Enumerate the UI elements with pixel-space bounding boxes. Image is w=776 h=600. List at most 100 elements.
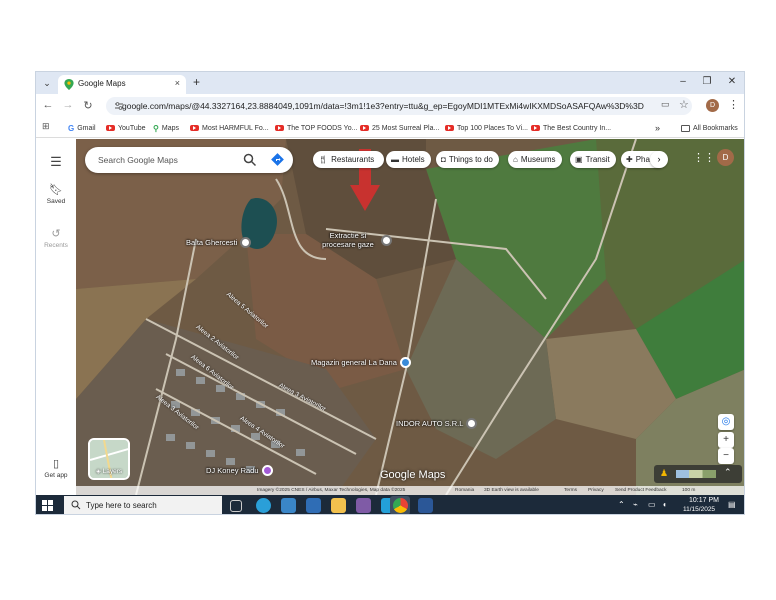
pegman-icon[interactable]: ♟ <box>660 468 668 479</box>
tab-close-icon[interactable]: × <box>175 78 180 88</box>
youtube-icon <box>275 125 284 131</box>
screenshot-window: ⌄ Google Maps × + – ❐ ✕ ← → ↻ google.com… <box>35 71 745 515</box>
store-icon[interactable] <box>281 498 296 513</box>
windows-start-icon[interactable] <box>42 500 53 511</box>
saved-label: Saved <box>46 198 66 205</box>
search-icon[interactable] <box>243 153 257 167</box>
reload-button[interactable]: ↻ <box>81 99 95 112</box>
chip-transit[interactable]: ▣ Transit <box>570 151 616 168</box>
privacy-link[interactable]: Privacy <box>588 488 604 493</box>
bookmark-label: Top 100 Places To Vi... <box>457 124 528 132</box>
tray-chevron-icon[interactable]: ⌃ <box>618 500 625 509</box>
bookmark-surreal-places[interactable]: 25 Most Surreal Pla... <box>360 122 439 134</box>
bookmark-best-country[interactable]: The Best Country In... <box>531 122 611 134</box>
tab-google-maps[interactable]: Google Maps × <box>58 75 186 94</box>
tab-search-button[interactable]: ⌄ <box>40 76 54 90</box>
camera-icon: ◘ <box>441 155 446 164</box>
chrome-icon[interactable] <box>393 498 408 513</box>
place-label: Balta Ghercesti <box>186 238 238 247</box>
bookmark-maps[interactable]: ⚲ Maps <box>153 122 179 134</box>
museum-icon: ⌂ <box>513 155 518 164</box>
forward-button[interactable]: → <box>61 99 75 111</box>
network-icon[interactable]: ⌁ <box>633 500 638 509</box>
all-bookmarks-button[interactable]: All Bookmarks <box>681 122 738 134</box>
bookmark-top-100-places[interactable]: Top 100 Places To Vi... <box>445 122 528 134</box>
search-box[interactable]: Search Google Maps <box>85 147 293 173</box>
bookmark-label: The TOP FOODS Yo... <box>287 124 358 132</box>
place-magazin-la-dana[interactable]: Magazin general La Dana <box>311 357 411 368</box>
layers-button[interactable]: ◈ Layers <box>88 438 130 480</box>
country-link[interactable]: Romania <box>455 488 474 493</box>
my-location-button[interactable]: ◎ <box>718 414 734 430</box>
chip-restaurants[interactable]: 🍴︎ Restaurants <box>313 151 384 168</box>
chip-things-to-do[interactable]: ◘ Things to do <box>436 151 499 168</box>
expand-button[interactable]: ⌃ <box>724 467 732 478</box>
place-indor-auto[interactable]: INDOR AUTO S.R.L <box>396 418 478 429</box>
minimize-button[interactable]: – <box>676 76 690 87</box>
place-dj-koney-radu[interactable]: DJ Koney Radu <box>206 465 273 476</box>
shopping-pin-icon <box>399 357 411 368</box>
edge-icon[interactable] <box>256 498 271 513</box>
menu-button[interactable]: ☰ <box>36 153 76 171</box>
bookmark-most-harmful[interactable]: Most HARMFUL Fo... <box>190 122 269 134</box>
battery-icon[interactable]: ▭ <box>648 500 656 509</box>
zoom-out-button[interactable]: − <box>718 448 734 464</box>
recents-button[interactable]: ↺ Recents <box>36 227 76 249</box>
menu-kebab-icon[interactable]: ⋮ <box>728 98 739 111</box>
earth-view-link[interactable]: 3D Earth view is available <box>484 488 539 493</box>
app-icon[interactable] <box>356 498 371 513</box>
bookmark-star-icon[interactable]: ☆ <box>679 98 689 111</box>
volume-icon[interactable]: ◖ <box>662 500 667 509</box>
place-extractie-gaze[interactable]: Extractie si procesare gaze <box>318 231 408 249</box>
new-tab-button[interactable]: + <box>193 75 200 89</box>
restore-button[interactable]: ❐ <box>700 76 714 87</box>
place-pin-icon <box>381 234 392 246</box>
word-icon[interactable] <box>418 498 433 513</box>
chip-museums[interactable]: ⌂ Museums <box>508 151 562 168</box>
saved-button[interactable]: 🔖︎ Saved <box>36 183 76 205</box>
profile-avatar[interactable]: D <box>706 99 719 112</box>
clock-time[interactable]: 10:17 PM <box>689 497 719 504</box>
music-pin-icon <box>261 465 273 476</box>
terms-link[interactable]: Terms <box>564 488 577 493</box>
clock-date[interactable]: 11/15/2025 <box>683 506 715 513</box>
address-bar[interactable]: google.com/maps/@44.3327164,23.8884049,1… <box>106 97 692 115</box>
task-view-icon[interactable] <box>230 500 242 512</box>
street-view-thumbnails[interactable] <box>676 470 716 478</box>
place-pin-icon <box>466 418 478 429</box>
transit-icon: ▣ <box>575 155 583 164</box>
cast-icon[interactable]: ▭ <box>661 99 670 110</box>
zoom-in-button[interactable]: + <box>718 432 734 448</box>
maps-pin-icon: ⚲ <box>153 123 159 133</box>
file-explorer-icon[interactable] <box>331 498 346 513</box>
satellite-map[interactable]: Search Google Maps 🍴︎ Restaurants ▬ Hote… <box>76 139 745 495</box>
pharmacy-icon: ✚ <box>626 155 633 164</box>
google-maps-logo: Google Maps <box>380 469 446 481</box>
google-apps-icon[interactable]: ⋮⋮ <box>693 151 715 164</box>
taskbar-search-input[interactable]: Type here to search <box>86 501 157 510</box>
search-icon <box>71 500 81 510</box>
get-app-button[interactable]: ▯ Get app <box>36 457 76 479</box>
chip-hotels[interactable]: ▬ Hotels <box>386 151 431 168</box>
feedback-link[interactable]: Send Product Feedback <box>615 488 666 493</box>
bookmark-youtube[interactable]: YouTube <box>106 122 146 134</box>
close-window-button[interactable]: ✕ <box>725 76 739 87</box>
search-input[interactable]: Search Google Maps <box>98 155 178 165</box>
apps-grid-icon[interactable]: ⊞ <box>42 121 50 132</box>
taskbar-search[interactable]: Type here to search <box>64 496 222 514</box>
back-button[interactable]: ← <box>41 99 55 111</box>
bookmark-gmail[interactable]: G Gmail <box>68 122 96 134</box>
place-balta-ghercesti[interactable]: Balta Ghercesti <box>186 237 252 248</box>
place-label: Extractie si procesare gaze <box>322 231 374 249</box>
bookmarks-overflow-button[interactable]: » <box>655 122 660 134</box>
notifications-icon[interactable]: ▤ <box>728 500 736 509</box>
bookmark-top-foods[interactable]: The TOP FOODS Yo... <box>275 122 357 134</box>
satellite-imagery[interactable] <box>76 139 745 495</box>
chips-next-button[interactable]: › <box>650 151 668 168</box>
youtube-icon <box>360 125 369 131</box>
directions-icon[interactable] <box>271 153 284 166</box>
browser-toolbar: ← → ↻ google.com/maps/@44.3327164,23.888… <box>36 94 744 118</box>
account-avatar[interactable]: D <box>717 149 734 166</box>
all-bookmarks-label: All Bookmarks <box>693 124 738 132</box>
mail-icon[interactable] <box>306 498 321 513</box>
